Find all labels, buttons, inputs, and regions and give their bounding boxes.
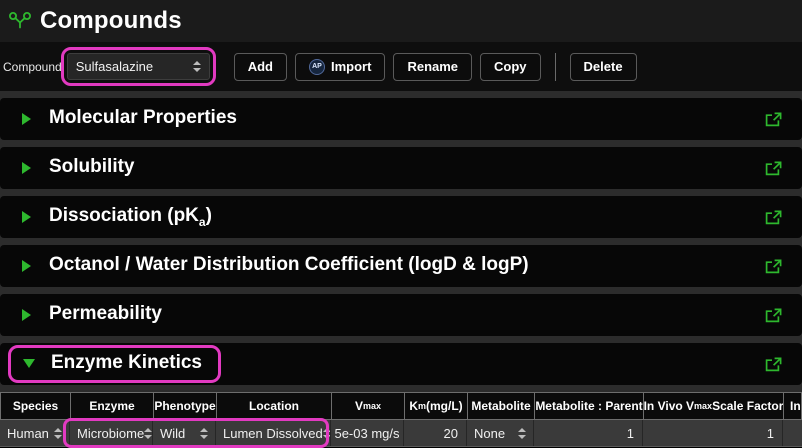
- metabolite-parent-cell[interactable]: 1: [534, 420, 642, 446]
- collapsed-triangle-icon: [22, 162, 31, 174]
- delete-button[interactable]: Delete: [570, 53, 637, 81]
- compounds-page: Compounds Compound Sulfasalazine Add AP …: [0, 0, 802, 447]
- page-title: Compounds: [40, 7, 182, 35]
- section-label: Solubility: [49, 156, 135, 177]
- updown-spinner-icon: [518, 428, 526, 439]
- collapsed-triangle-icon: [22, 113, 31, 125]
- section-label: Permeability: [49, 303, 162, 324]
- enzyme-kinetics-highlight: Enzyme Kinetics: [8, 345, 221, 383]
- section-dissociation-pka[interactable]: Dissociation (pKa): [0, 196, 802, 238]
- column-header-enzyme: Enzyme: [71, 393, 153, 419]
- open-external-icon[interactable]: [765, 308, 782, 323]
- collapsed-triangle-icon: [22, 309, 31, 321]
- toolbar-buttons: Add AP Import Rename Copy Delete: [234, 53, 637, 81]
- km-cell[interactable]: 20: [404, 420, 466, 446]
- section-label: Molecular Properties: [49, 107, 237, 128]
- collapsed-triangle-icon: [22, 211, 31, 223]
- column-header-metabolite-parent: Metabolite : Parent: [535, 393, 643, 419]
- open-external-icon[interactable]: [765, 112, 782, 127]
- title-bar: Compounds: [0, 0, 802, 42]
- section-octanol-water-logd-logp[interactable]: Octanol / Water Distribution Coefficient…: [0, 245, 802, 287]
- compound-label: Compound: [3, 60, 62, 74]
- updown-spinner-icon: [144, 428, 152, 439]
- import-button[interactable]: AP Import: [295, 53, 385, 81]
- section-list: Molecular Properties Solubility: [0, 91, 802, 392]
- column-header-phenotype: Phenotype: [154, 393, 216, 419]
- updown-spinner-icon: [193, 61, 201, 72]
- column-header-km: Km (mg/L): [405, 393, 467, 419]
- admet-predictor-icon: AP: [309, 59, 325, 75]
- compound-select-highlight: Sulfasalazine: [61, 47, 216, 86]
- section-label: Dissociation (pK: [49, 205, 199, 226]
- toolbar-divider: [555, 53, 556, 81]
- section-label: Enzyme Kinetics: [51, 352, 202, 373]
- enzyme-kinetics-table: Species Enzyme Phenotype Location Vmax K…: [0, 392, 802, 447]
- open-external-icon[interactable]: [765, 161, 782, 176]
- open-external-icon[interactable]: [765, 210, 782, 225]
- column-header-invivo-vmax-scale-factor: In Vivo Vmax Scale Factor: [644, 393, 783, 419]
- metabolite-select[interactable]: None: [467, 420, 533, 446]
- table-row: Human Microbiome Wild Lumen Dissolved 5e…: [0, 420, 802, 447]
- section-solubility[interactable]: Solubility: [0, 147, 802, 189]
- rename-button[interactable]: Rename: [393, 53, 472, 81]
- column-header-location: Location: [217, 393, 331, 419]
- section-molecular-properties[interactable]: Molecular Properties: [0, 98, 802, 140]
- compound-select-value: Sulfasalazine: [76, 59, 153, 74]
- enzyme-select[interactable]: Microbiome: [70, 420, 152, 446]
- vmax-cell[interactable]: 5e-03 mg/s: [331, 420, 403, 446]
- compound-select[interactable]: Sulfasalazine: [67, 53, 210, 80]
- invivo-vmax-scale-factor-cell[interactable]: 1: [643, 420, 782, 446]
- section-enzyme-kinetics[interactable]: Enzyme Kinetics: [0, 343, 802, 385]
- column-header-truncated: In V: [784, 393, 801, 419]
- add-button[interactable]: Add: [234, 53, 287, 81]
- compound-toolbar: Compound Sulfasalazine Add AP Import Ren…: [0, 42, 802, 91]
- expanded-triangle-icon: [23, 359, 35, 368]
- truncated-cell: [783, 420, 802, 446]
- column-header-vmax: Vmax: [332, 393, 404, 419]
- copy-button[interactable]: Copy: [480, 53, 541, 81]
- open-external-icon[interactable]: [765, 259, 782, 274]
- compound-molecule-icon: [8, 10, 32, 32]
- open-external-icon[interactable]: [765, 357, 782, 372]
- location-select[interactable]: Lumen Dissolved: [216, 420, 330, 446]
- species-select[interactable]: Human: [0, 420, 69, 446]
- collapsed-triangle-icon: [22, 260, 31, 272]
- table-header-row: Species Enzyme Phenotype Location Vmax K…: [0, 392, 802, 420]
- section-label: Octanol / Water Distribution Coefficient…: [49, 254, 529, 275]
- import-button-label: Import: [331, 59, 371, 74]
- section-permeability[interactable]: Permeability: [0, 294, 802, 336]
- phenotype-select[interactable]: Wild: [153, 420, 215, 446]
- updown-spinner-icon: [200, 428, 208, 439]
- updown-spinner-icon: [54, 428, 62, 439]
- column-header-species: Species: [1, 393, 70, 419]
- column-header-metabolite: Metabolite: [468, 393, 534, 419]
- updown-spinner-icon: [323, 428, 330, 439]
